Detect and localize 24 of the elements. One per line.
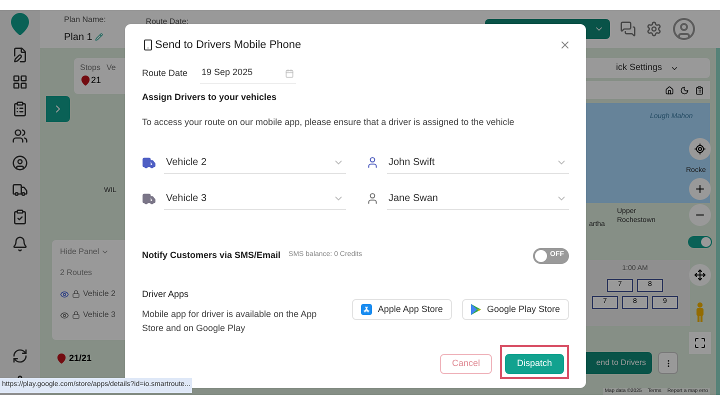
route-date-field[interactable]: 19 Sep 2025 [200, 64, 296, 84]
route-name[interactable]: Vehicle 3 [83, 309, 116, 321]
plan-name-label: Plan Name: [64, 14, 106, 26]
assign-note: To access your route on our mobile app, please ensure that a driver is assigned to the vehicle [142, 116, 516, 129]
driver-apps-heading: Driver Apps [142, 288, 190, 301]
stops-done-count: 21/21 [69, 352, 92, 365]
vehicle-select[interactable]: Vehicle 3 [164, 188, 346, 210]
stops-label: Stops [80, 62, 100, 74]
route-name[interactable]: Vehicle 2 [83, 288, 116, 300]
driver-apps-note: Mobile app for driver is available on the App Store and on Google Play [142, 308, 318, 335]
route-date-label: Route Date [142, 66, 188, 80]
store-button[interactable]: Apple App Store [352, 299, 452, 320]
route-date-label: Route Date: [146, 16, 188, 28]
driver-select[interactable]: John Swift [386, 152, 569, 174]
routes-count: 2 Routes [60, 267, 94, 279]
dialog-title: Send to Drivers Mobile Phone [155, 38, 302, 53]
stops-count: 21 [91, 74, 102, 87]
store-button[interactable]: Google Play Store [462, 299, 569, 320]
plan-name: Plan 1 [64, 30, 92, 44]
notify-label: Notify Customers via SMS/Email [142, 248, 281, 262]
driver-select[interactable]: Jane Swan [386, 188, 569, 210]
assign-heading: Assign Drivers to your vehicles [142, 90, 278, 104]
vehicle-select[interactable]: Vehicle 2 [164, 152, 346, 174]
vehicles-label: Ve [106, 62, 116, 74]
